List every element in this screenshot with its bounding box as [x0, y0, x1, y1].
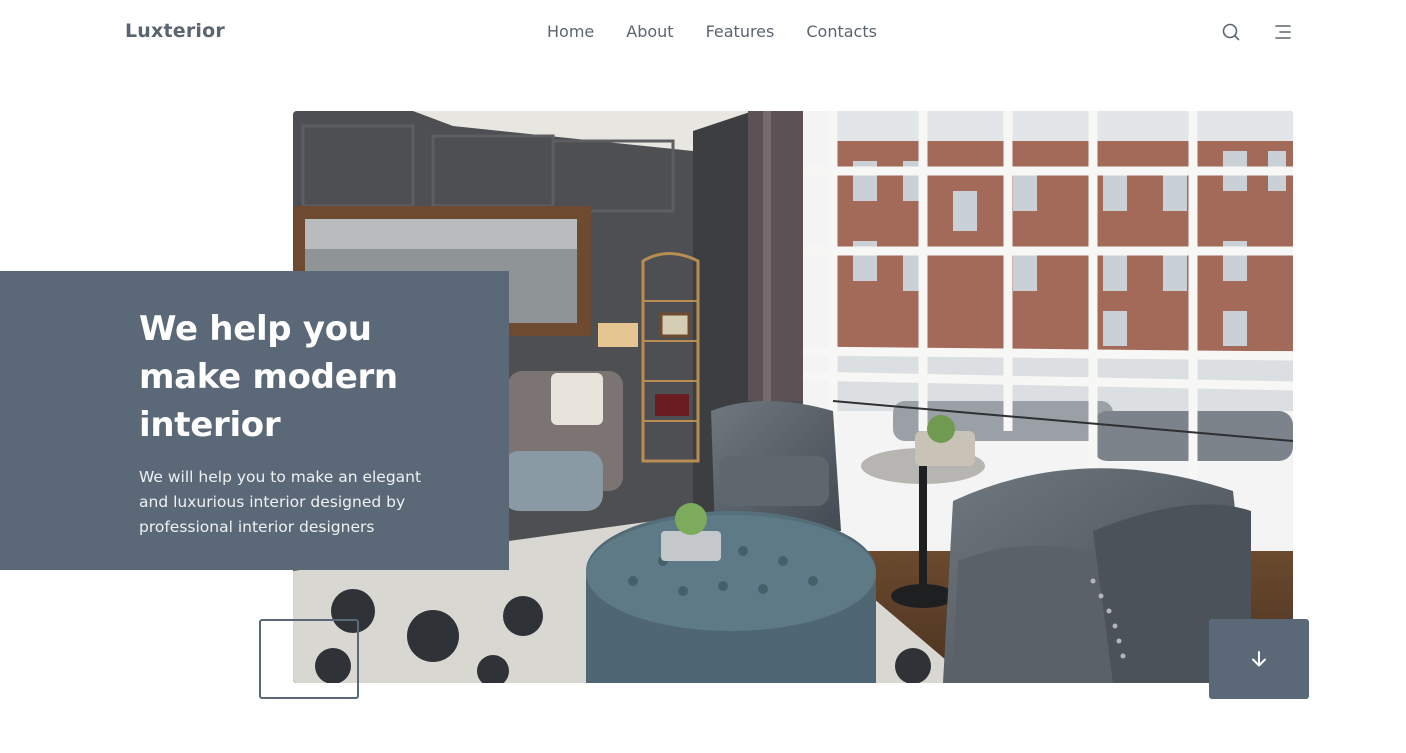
scroll-down-button[interactable]: [1209, 619, 1309, 699]
menu-icon[interactable]: [1273, 22, 1293, 42]
nav-features[interactable]: Features: [706, 22, 775, 41]
decorative-frame: [259, 619, 359, 699]
hero-description: We will help you to make an elegant and …: [139, 468, 422, 536]
nav-contacts[interactable]: Contacts: [806, 22, 877, 41]
hero-title: We help you make modern interior: [139, 309, 398, 445]
nav-home[interactable]: Home: [547, 22, 594, 41]
main-nav: Home About Features Contacts: [547, 22, 877, 41]
search-icon[interactable]: [1221, 22, 1241, 42]
nav-about[interactable]: About: [626, 22, 673, 41]
arrow-down-icon: [1252, 651, 1266, 667]
logo[interactable]: Luxterior: [125, 20, 225, 42]
